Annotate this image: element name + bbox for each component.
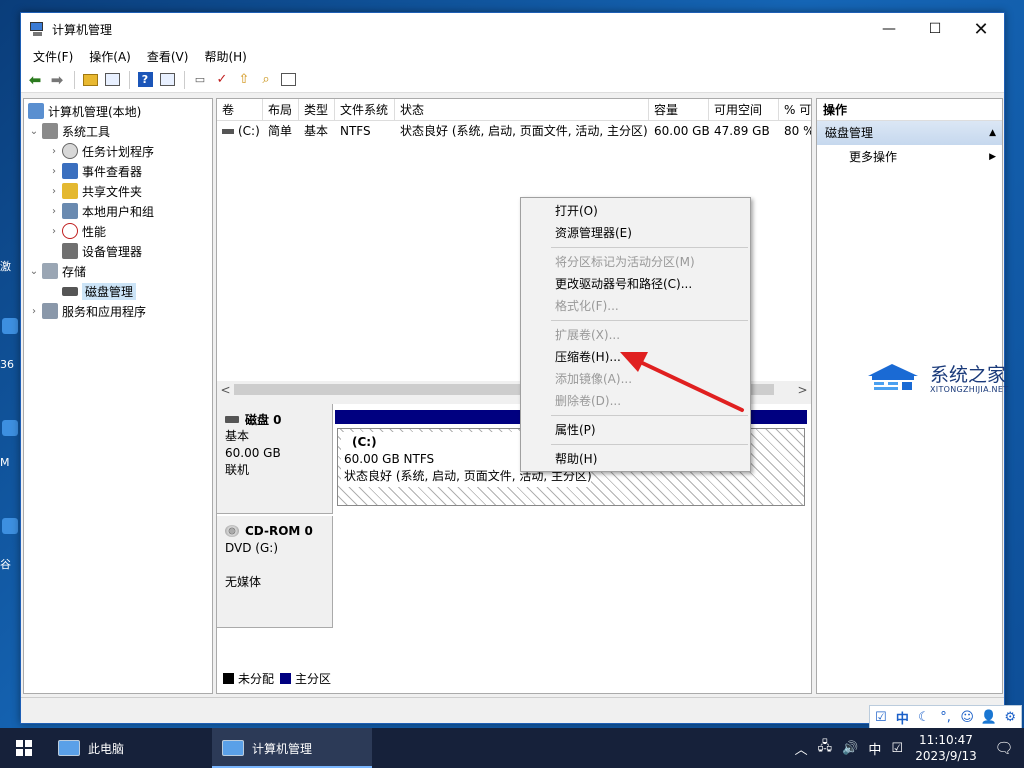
network-icon[interactable]: 🖧 <box>813 737 838 759</box>
ime-mode-button[interactable]: 中 <box>892 708 914 727</box>
this-pc-icon <box>58 740 80 756</box>
chevron-up-icon[interactable]: ︿ <box>790 739 813 758</box>
ime-settings-icon[interactable]: ☑ <box>870 710 892 725</box>
computer-management-icon <box>222 740 244 756</box>
windows-logo-icon <box>16 740 32 756</box>
ime-indicator[interactable]: 中 <box>863 739 886 758</box>
taskbar-label: 此电脑 <box>88 741 125 756</box>
watermark-title: 系统之家 <box>930 364 1007 386</box>
watermark: 系统之家 XITONGZHIJIA.NET <box>862 358 1008 402</box>
user-icon[interactable]: 👤 <box>978 710 1000 725</box>
clock-time: 11:10:47 <box>919 733 973 747</box>
house-logo-icon <box>868 364 918 390</box>
clock[interactable]: 11:10:47 2023/9/13 <box>908 732 984 764</box>
moon-icon[interactable]: ☾ <box>913 710 935 725</box>
smiley-icon[interactable]: ☺ <box>956 710 978 725</box>
notification-icon[interactable]: 🗨 <box>984 739 1024 757</box>
start-button[interactable] <box>0 728 48 768</box>
taskbar-item-this-pc[interactable]: 此电脑 <box>48 728 208 768</box>
system-tray: ︿ 🖧 🔊 中 ☑ 11:10:47 2023/9/13 🗨 <box>790 728 1024 768</box>
gear-icon[interactable]: ⚙ <box>999 710 1021 725</box>
taskbar: 此电脑 计算机管理 ︿ 🖧 🔊 中 ☑ 11:10:47 2023/9/13 🗨 <box>0 728 1024 768</box>
punctuation-icon[interactable]: °, <box>935 710 957 725</box>
taskbar-label: 计算机管理 <box>252 741 313 756</box>
taskbar-item-computer-management[interactable]: 计算机管理 <box>212 728 372 768</box>
watermark-subtitle: XITONGZHIJIA.NET <box>930 385 1009 394</box>
ime-checkbox-icon[interactable]: ☑ <box>886 741 908 756</box>
clock-date: 2023/9/13 <box>915 749 977 763</box>
volume-icon[interactable]: 🔊 <box>837 741 863 756</box>
ime-toolbar: ☑ 中 ☾ °, ☺ 👤 ⚙ <box>869 705 1022 729</box>
